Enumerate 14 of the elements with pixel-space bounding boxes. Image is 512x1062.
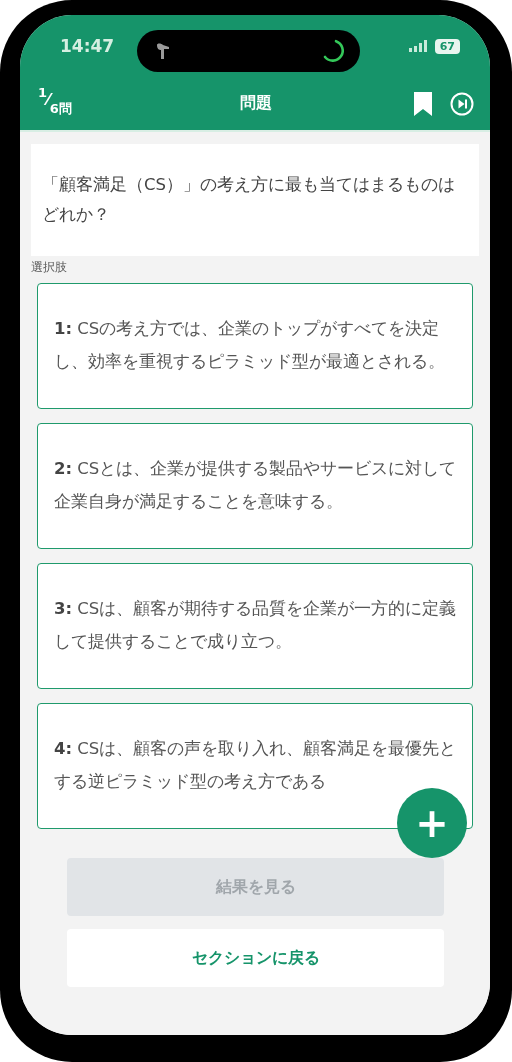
progress-ring-icon xyxy=(322,39,346,63)
bookmark-icon[interactable] xyxy=(413,91,433,116)
earbud-icon xyxy=(155,42,171,60)
back-to-section-button[interactable]: セクションに戻る xyxy=(67,929,444,987)
battery-indicator: 67 xyxy=(434,38,460,54)
answer-option[interactable]: 2: CSとは、企業が提供する製品やサービスに対して企業自身が満足することを意味する。 xyxy=(37,423,473,549)
screen-title: 問題 xyxy=(239,93,273,114)
answer-option[interactable]: 1: CSの考え方では、企業のトップがすべてを決定し、効率を重視するピラミッド型が最適とされる。 xyxy=(37,283,473,409)
skip-forward-icon[interactable] xyxy=(450,91,474,116)
status-time: 14:47 xyxy=(60,36,116,56)
question-text: 「顧客満足（CS）」の考え方に最も当てはまるものはどれか？ xyxy=(31,144,479,256)
answer-option[interactable]: 3: CSは、顧客が期待する品質を企業が一方的に定義して提供することで成り立つ。 xyxy=(37,563,473,689)
choices-label: 選択肢 xyxy=(31,259,68,276)
signal-icon xyxy=(408,40,429,52)
